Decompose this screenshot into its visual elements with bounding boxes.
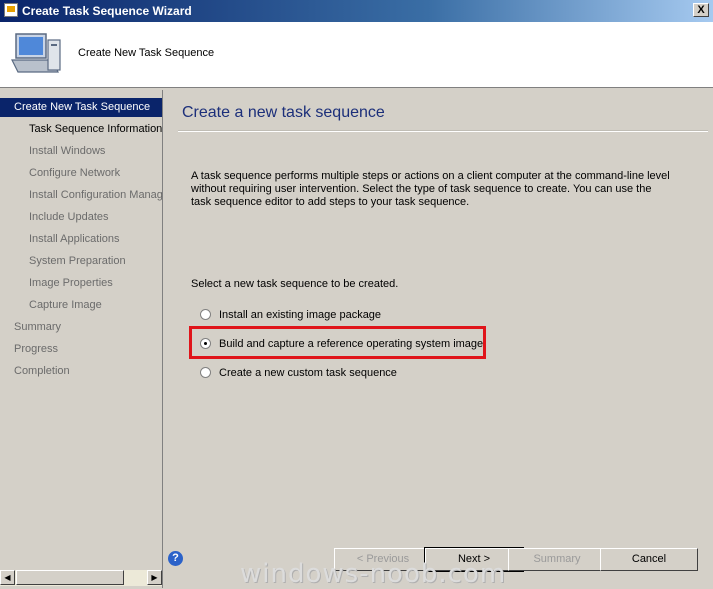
step-create-new-task-sequence[interactable]: Create New Task Sequence bbox=[0, 98, 162, 117]
radio-button-selected[interactable] bbox=[200, 338, 211, 349]
close-button[interactable]: X bbox=[693, 3, 709, 17]
step-configure-network: Configure Network bbox=[29, 167, 121, 179]
wizard-app-icon bbox=[4, 3, 18, 17]
step-image-properties: Image Properties bbox=[29, 277, 113, 289]
help-icon[interactable]: ? bbox=[168, 551, 183, 566]
step-install-configuration-manager: Install Configuration Manag bbox=[29, 189, 163, 201]
step-summary: Summary bbox=[14, 321, 62, 333]
wizard-header: Create New Task Sequence bbox=[0, 22, 713, 88]
select-prompt-label: Select a new task sequence to be created… bbox=[191, 278, 399, 290]
title-bar: Create Task Sequence Wizard X bbox=[0, 0, 713, 22]
wizard-steps-sidebar: Create New Task Sequence Task Sequence I… bbox=[0, 90, 163, 588]
step-progress: Progress bbox=[14, 343, 59, 355]
step-include-updates: Include Updates bbox=[29, 211, 109, 223]
description-text: A task sequence performs multiple steps … bbox=[191, 170, 670, 208]
computer-monitor-icon bbox=[11, 33, 61, 73]
window-title: Create Task Sequence Wizard bbox=[22, 4, 192, 18]
scroll-left-arrow-icon[interactable]: ◀ bbox=[0, 570, 15, 585]
step-install-applications: Install Applications bbox=[29, 233, 120, 245]
step-completion: Completion bbox=[14, 365, 70, 377]
step-install-windows: Install Windows bbox=[29, 145, 106, 157]
option-label[interactable]: Install an existing image package bbox=[219, 307, 381, 323]
step-task-sequence-information[interactable]: Task Sequence Information bbox=[0, 120, 162, 139]
radio-button[interactable] bbox=[200, 309, 211, 320]
option-label[interactable]: Build and capture a reference operating … bbox=[219, 336, 483, 352]
title-divider bbox=[178, 130, 708, 132]
step-system-preparation: System Preparation bbox=[29, 255, 126, 267]
header-title: Create New Task Sequence bbox=[78, 47, 215, 59]
scrollbar-thumb[interactable] bbox=[16, 570, 124, 585]
sidebar-horizontal-scrollbar[interactable]: ◀ ▶ bbox=[0, 570, 162, 586]
option-label[interactable]: Create a new custom task sequence bbox=[219, 365, 397, 381]
step-capture-image: Capture Image bbox=[29, 299, 102, 311]
page-title: Create a new task sequence bbox=[182, 104, 385, 121]
scroll-right-arrow-icon[interactable]: ▶ bbox=[147, 570, 162, 585]
radio-button[interactable] bbox=[200, 367, 211, 378]
summary-button[interactable]: Summary bbox=[508, 548, 606, 571]
cancel-button[interactable]: Cancel bbox=[600, 548, 698, 571]
wizard-content: Create a new task sequence A task sequen… bbox=[164, 90, 713, 588]
watermark-text: windows-noob.com bbox=[240, 559, 507, 589]
